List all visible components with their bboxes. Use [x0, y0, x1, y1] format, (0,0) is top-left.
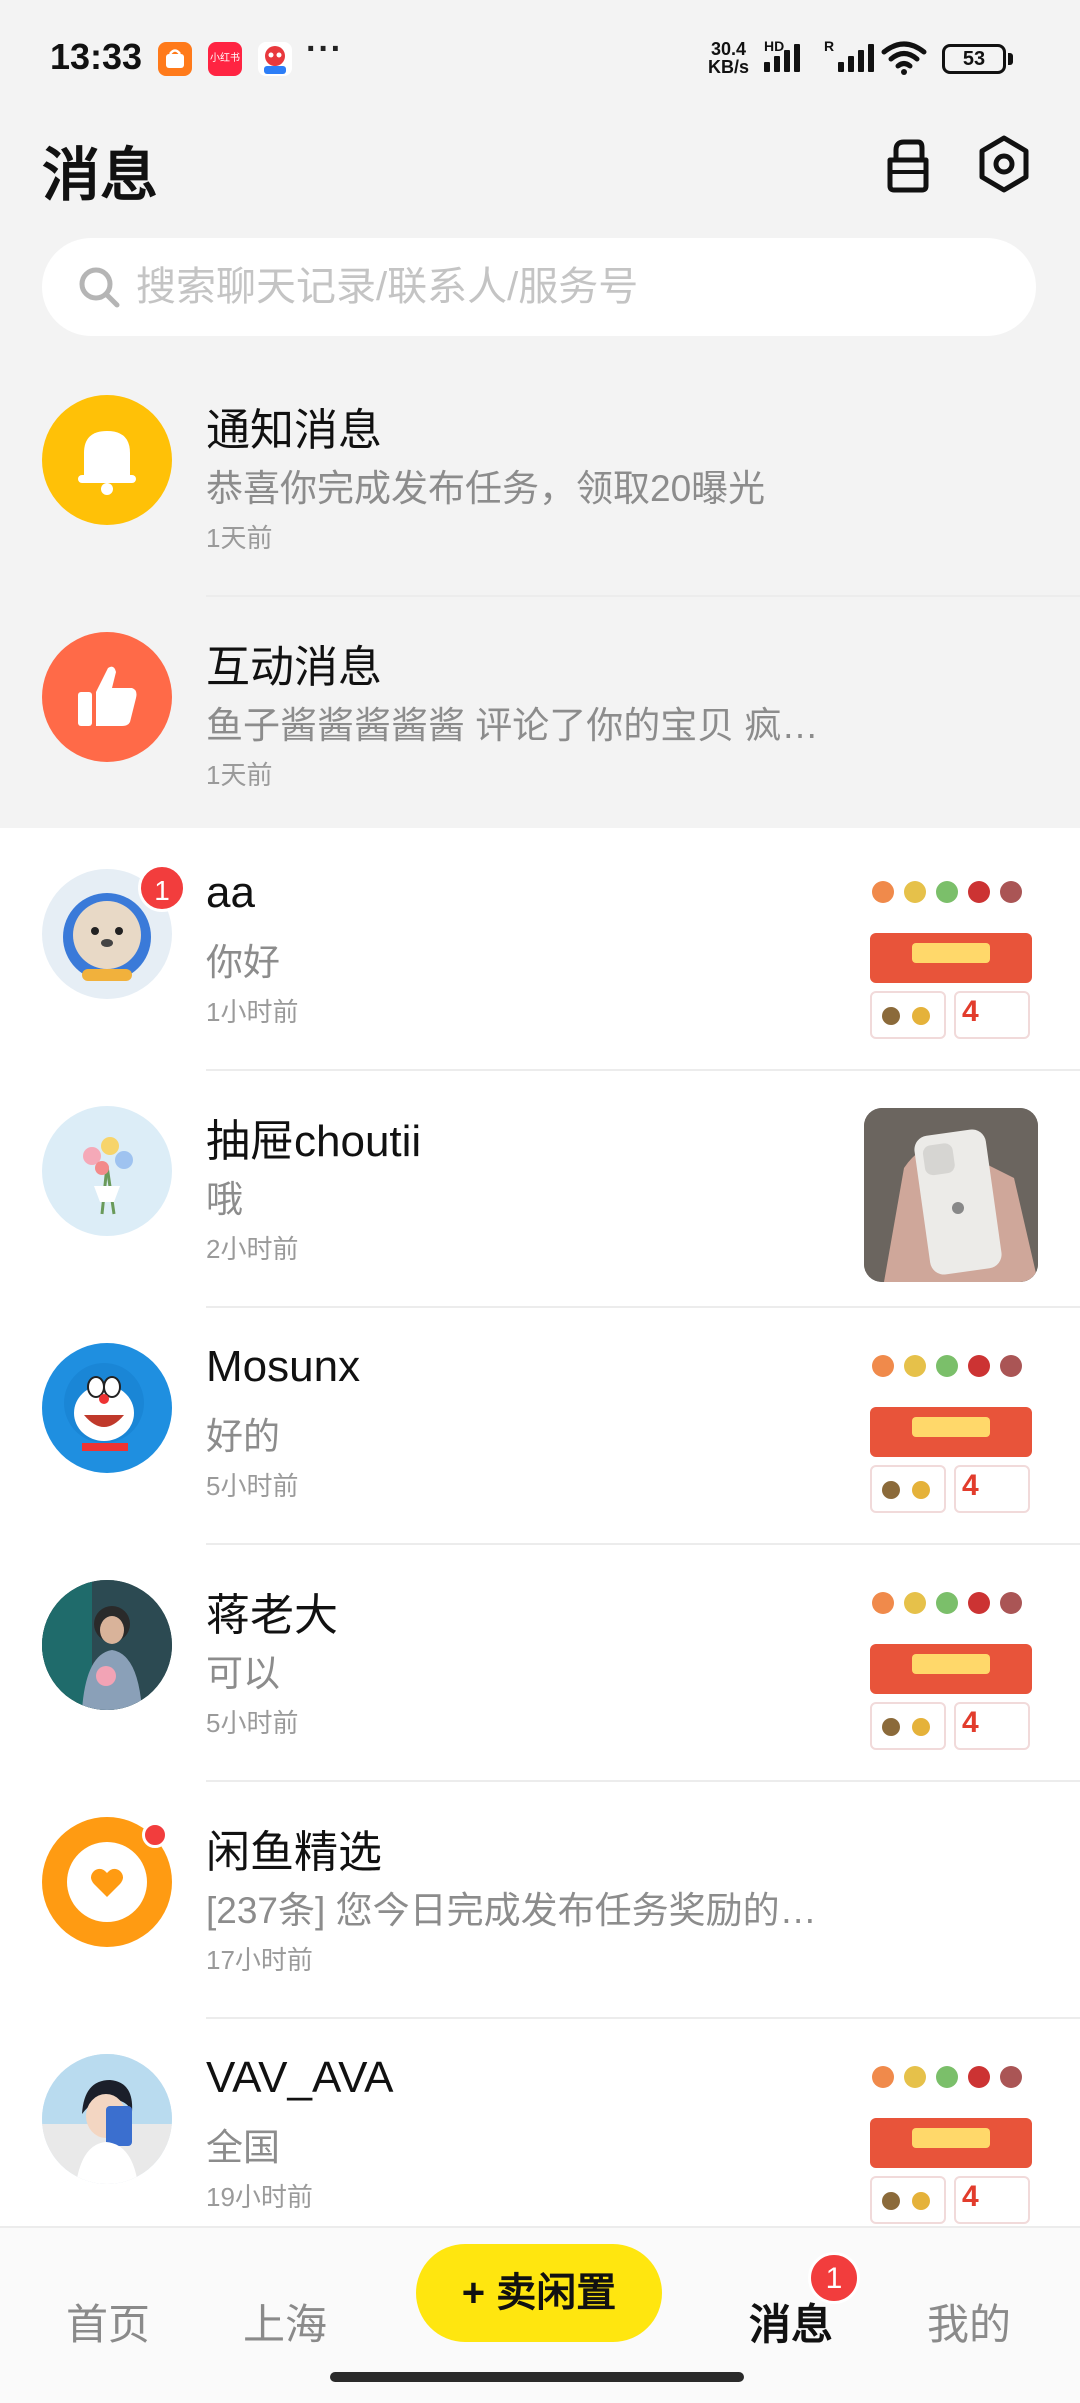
flower-bouquet-avatar [42, 1106, 172, 1236]
messages-unread-badge: 1 [808, 2252, 860, 2304]
product-thumbnail[interactable]: 4 [864, 1582, 1038, 1756]
photo-avatar [42, 1580, 172, 1710]
status-time: 13:33 [50, 36, 143, 77]
row-time: 19小时前 [206, 2182, 313, 2212]
row-name: 互动消息 [206, 643, 382, 692]
product-thumbnail[interactable]: 4 [864, 2056, 1038, 2230]
signal-1-icon [764, 40, 800, 72]
product-thumbnail[interactable] [864, 1108, 1038, 1282]
game-app-icon [258, 42, 292, 76]
row-time: 2小时前 [206, 1234, 299, 1264]
search-bar[interactable] [42, 238, 1036, 336]
page-title: 消息 [42, 143, 159, 208]
roaming-label: R [824, 38, 835, 54]
row-name: 通知消息 [206, 406, 382, 455]
unread-badge: 1 [138, 864, 186, 912]
thumbs-up-icon [78, 666, 137, 726]
chat-row-mosunx[interactable]: Mosunx 好的 5小时前 4 [0, 1308, 1080, 1545]
row-preview: 可以 [206, 1653, 280, 1694]
row-preview: 鱼子酱酱酱酱酱 评论了你的宝贝 疯… [206, 705, 819, 746]
search-icon [79, 267, 120, 308]
xiaohongshu-app-icon: 小红书 [208, 42, 242, 76]
net-speed-value: 30.4 [710, 39, 747, 59]
anime-boy-avatar [42, 2054, 172, 2184]
status-bar: 13:33 小红书 ··· 30.4 KB/s HD R 53 [0, 0, 1080, 120]
taobao-app-icon [158, 42, 192, 76]
doraemon-avatar [42, 1343, 172, 1473]
wifi-icon [881, 41, 927, 75]
product-thumbnail[interactable]: 4 [864, 871, 1038, 1045]
row-time: 1天前 [206, 523, 273, 553]
home-indicator[interactable] [330, 2372, 744, 2382]
battery-tip [1008, 53, 1013, 65]
row-time: 17小时前 [206, 1945, 313, 1975]
row-preview: 你好 [206, 942, 280, 983]
chat-row-choutii[interactable]: 抽屉choutii 哦 2小时前 [0, 1071, 1080, 1308]
chat-row-vav-ava[interactable]: VAV_AVA 全国 19小时前 4 [0, 2019, 1080, 2256]
shop-bag-icon[interactable] [878, 134, 938, 194]
signal-2-icon [838, 40, 874, 72]
chat-row-jianglaoda[interactable]: 蒋老大 可以 5小时前 4 [0, 1545, 1080, 1782]
row-name: 闲鱼精选 [206, 1828, 382, 1877]
row-time: 1小时前 [206, 997, 299, 1027]
interaction-messages-row[interactable]: 互动消息 鱼子酱酱酱酱酱 评论了你的宝贝 疯… 1天前 [0, 597, 1080, 834]
row-name: 蒋老大 [206, 1591, 338, 1640]
row-name: aa [206, 868, 255, 917]
row-name: Mosunx [206, 1342, 361, 1391]
chat-row-xianyu-selection[interactable]: 闲鱼精选 [237条] 您今日完成发布任务奖励的… 17小时前 [0, 1782, 1080, 2019]
row-preview: 全国 [206, 2127, 280, 2168]
nav-city[interactable]: 上海 [243, 2291, 327, 2352]
nav-mine[interactable]: 我的 [927, 2291, 1011, 2352]
settings-hexagon-icon[interactable] [974, 134, 1034, 194]
row-preview: 哦 [206, 1179, 243, 1220]
row-preview: 恭喜你完成发布任务，领取20曝光 [206, 468, 766, 509]
notification-avatar [42, 395, 172, 525]
bell-icon [78, 431, 136, 495]
interaction-avatar [42, 632, 172, 762]
battery-indicator: 53 [942, 44, 1006, 74]
product-thumbnail[interactable]: 4 [864, 1345, 1038, 1519]
net-speed-unit: KB/s [708, 57, 750, 77]
nav-home[interactable]: 首页 [66, 2291, 150, 2352]
row-preview: [237条] 您今日完成发布任务奖励的… [206, 1890, 817, 1931]
row-name: VAV_AVA [206, 2053, 394, 2102]
notification-messages-row[interactable]: 通知消息 恭喜你完成发布任务，领取20曝光 1天前 [0, 360, 1080, 597]
chat-row-aa[interactable]: 1 aa 你好 1小时前 4 [0, 834, 1080, 1071]
more-notifications-indicator: ··· [306, 30, 343, 68]
row-time: 5小时前 [206, 1471, 299, 1501]
network-speed: 30.4 KB/s [708, 40, 749, 76]
sell-item-button[interactable]: + 卖闲置 [416, 2244, 662, 2342]
row-name: 抽屉choutii [206, 1117, 422, 1166]
row-time: 1天前 [206, 760, 273, 790]
unread-dot [142, 1822, 168, 1848]
row-time: 5小时前 [206, 1708, 299, 1738]
search-input[interactable] [136, 264, 996, 310]
row-preview: 好的 [206, 1416, 280, 1457]
